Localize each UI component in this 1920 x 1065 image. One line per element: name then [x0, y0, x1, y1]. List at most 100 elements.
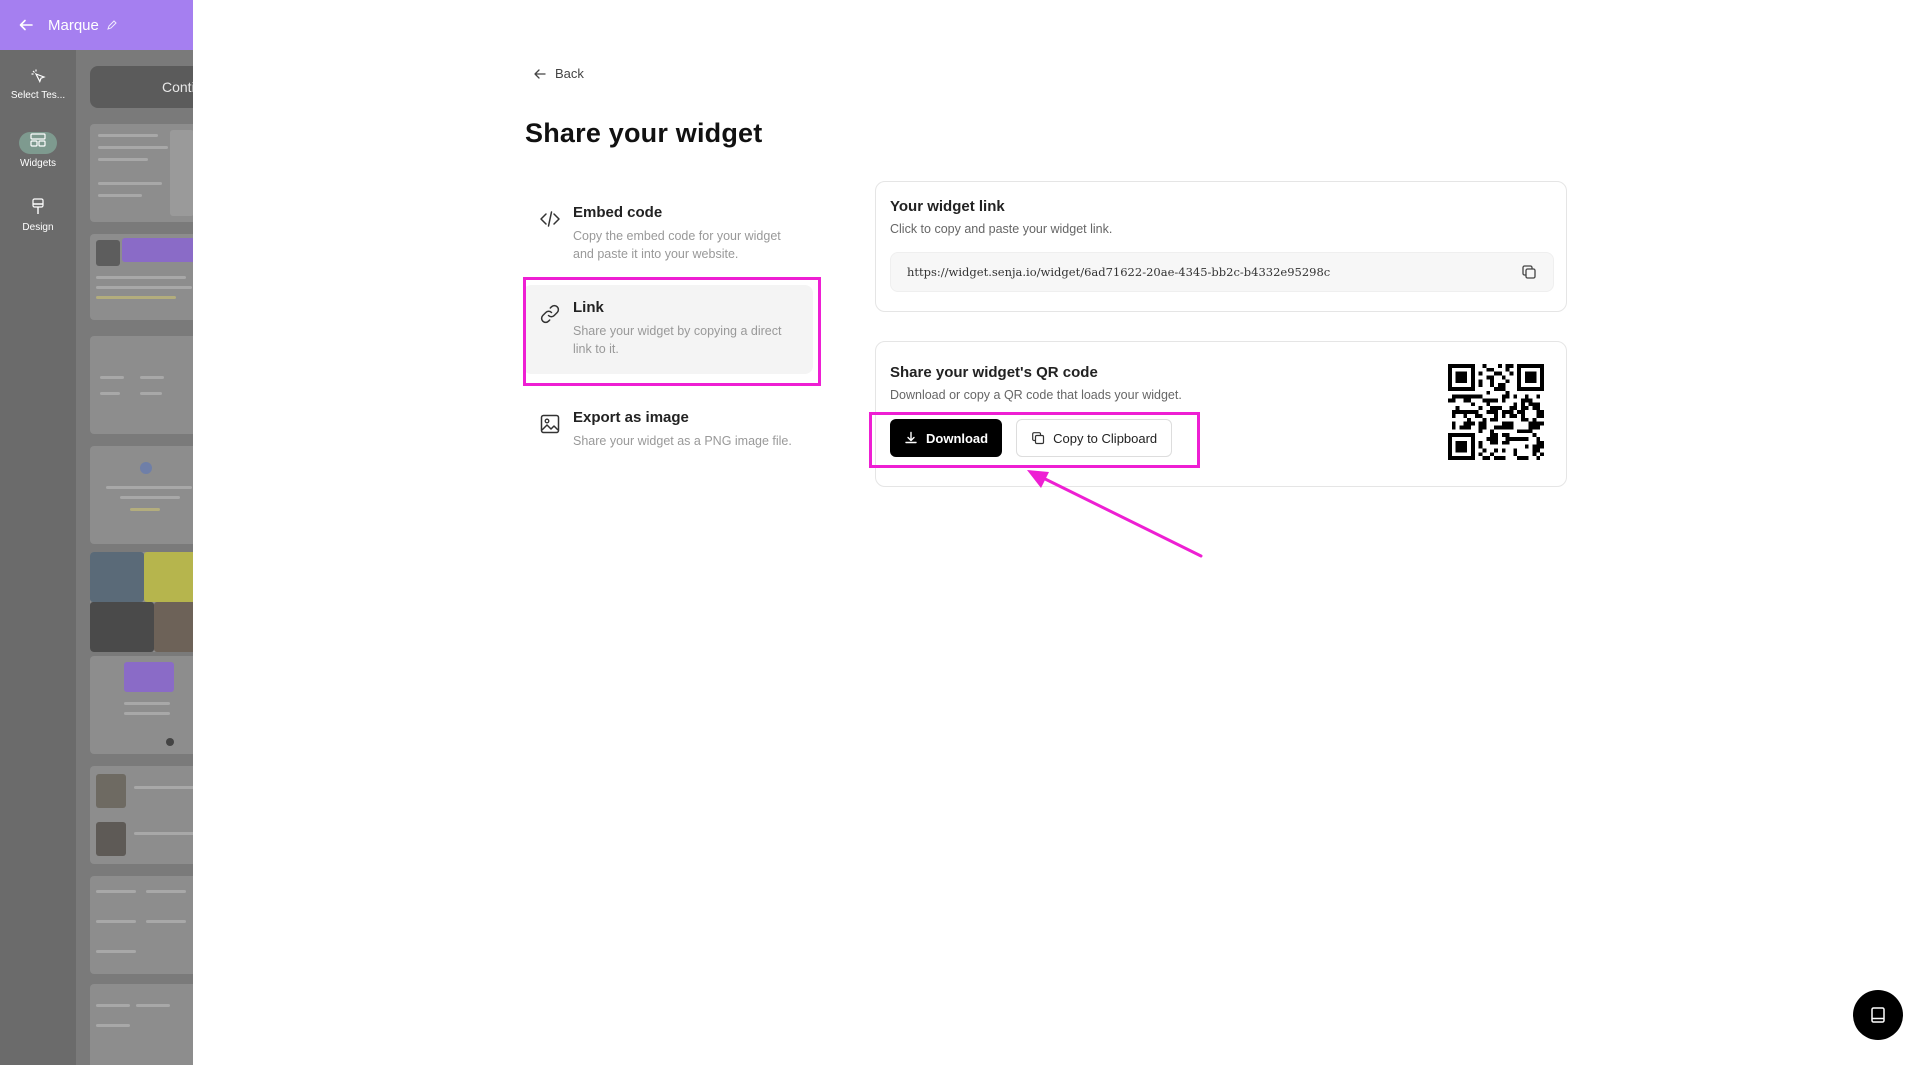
- qr-module: [1520, 364, 1525, 368]
- qr-module: [1540, 421, 1544, 426]
- qr-module: [1520, 402, 1525, 407]
- qr-module: [1467, 421, 1472, 426]
- qr-module: [1482, 417, 1487, 422]
- qr-module: [1463, 425, 1468, 430]
- widget-template-thumbnail[interactable]: [90, 234, 193, 320]
- qr-module: [1448, 440, 1452, 445]
- qr-module: [1513, 436, 1518, 441]
- qr-module: [1490, 417, 1495, 422]
- qr-module: [1540, 383, 1544, 388]
- qr-module: [1540, 452, 1544, 457]
- qr-module: [1540, 371, 1544, 376]
- qr-module: [1482, 425, 1487, 430]
- qr-module: [1463, 375, 1468, 380]
- qr-module: [1482, 421, 1487, 426]
- project-name[interactable]: Marque: [48, 17, 99, 34]
- qr-module: [1501, 375, 1506, 380]
- qr-module: [1459, 456, 1464, 460]
- qr-module: [1463, 413, 1468, 418]
- qr-module: [1478, 371, 1483, 376]
- qr-module: [1513, 448, 1518, 453]
- qr-module: [1509, 406, 1514, 411]
- qr-module: [1536, 406, 1541, 411]
- widget-template-thumbnail[interactable]: [90, 446, 193, 544]
- qr-module: [1517, 429, 1521, 434]
- qr-module: [1463, 410, 1468, 414]
- rail-label: Widgets: [19, 158, 57, 169]
- qr-module: [1520, 429, 1525, 434]
- qr-module: [1528, 371, 1533, 376]
- qr-module: [1486, 436, 1491, 441]
- rail-item-widgets[interactable]: Widgets: [0, 132, 76, 169]
- widget-link-field[interactable]: https://widget.senja.io/widget/6ad71622-…: [890, 252, 1554, 292]
- qr-module: [1520, 456, 1525, 460]
- qr-module: [1482, 398, 1487, 403]
- qr-module: [1524, 364, 1529, 368]
- qr-module: [1540, 387, 1544, 391]
- qr-module: [1463, 456, 1468, 460]
- qr-module: [1517, 375, 1521, 380]
- qr-module: [1463, 364, 1468, 368]
- qr-module: [1494, 456, 1498, 460]
- qr-module: [1451, 387, 1456, 391]
- option-export-image[interactable]: Export as image Share your widget as a P…: [523, 395, 813, 464]
- qr-module: [1467, 387, 1472, 391]
- qr-module: [1517, 387, 1521, 391]
- qr-module: [1478, 452, 1483, 457]
- qr-module: [1536, 440, 1541, 445]
- qr-module: [1448, 452, 1452, 457]
- qr-module: [1497, 456, 1502, 460]
- widget-link-url: https://widget.senja.io/widget/6ad71622-…: [907, 265, 1331, 279]
- help-chat-button[interactable]: [1853, 990, 1903, 1040]
- qr-module: [1459, 448, 1464, 453]
- qr-module: [1486, 390, 1491, 395]
- widget-template-thumbnail[interactable]: [90, 124, 193, 222]
- qr-module: [1532, 417, 1537, 422]
- widget-template-thumbnail[interactable]: [90, 552, 193, 652]
- back-arrow-icon[interactable]: [18, 17, 34, 33]
- rail-item-design[interactable]: Design: [0, 198, 76, 233]
- qr-module: [1513, 402, 1518, 407]
- qr-module: [1471, 433, 1475, 437]
- qr-module: [1501, 456, 1506, 460]
- qr-module: [1540, 375, 1544, 380]
- qr-module: [1536, 425, 1541, 430]
- qr-module: [1540, 367, 1544, 372]
- widget-template-thumbnail[interactable]: [90, 336, 193, 434]
- cursor-click-icon: [31, 69, 46, 84]
- qr-module: [1501, 421, 1506, 426]
- qr-module: [1463, 444, 1468, 449]
- widget-template-thumbnail[interactable]: [90, 984, 193, 1065]
- qr-module: [1536, 413, 1541, 418]
- widget-template-thumbnail[interactable]: [90, 766, 193, 864]
- qr-module: [1494, 433, 1498, 437]
- qr-module: [1528, 425, 1533, 430]
- widget-template-thumbnail[interactable]: [90, 876, 193, 974]
- qr-module: [1494, 440, 1498, 445]
- qr-module: [1451, 410, 1456, 414]
- qr-module: [1524, 398, 1529, 403]
- qr-module: [1463, 371, 1468, 376]
- qr-module: [1471, 364, 1475, 368]
- widget-link-card: Your widget link Click to copy and paste…: [875, 181, 1567, 312]
- qr-module: [1532, 402, 1537, 407]
- continue-button[interactable]: Conti: [90, 66, 193, 108]
- widget-template-thumbnail[interactable]: [90, 656, 193, 754]
- qr-module: [1471, 394, 1475, 399]
- qr-module: [1501, 413, 1506, 418]
- back-link[interactable]: Back: [533, 66, 584, 81]
- rail-item-select-testimonials[interactable]: Select Tes...: [0, 68, 76, 101]
- qr-module: [1532, 444, 1537, 449]
- qr-module: [1459, 410, 1464, 414]
- option-embed-code[interactable]: Embed code Copy the embed code for your …: [523, 190, 813, 277]
- qr-module: [1467, 394, 1472, 399]
- qr-module: [1455, 406, 1460, 411]
- qr-module: [1532, 371, 1537, 376]
- qr-module: [1478, 440, 1483, 445]
- option-description: Share your widget as a PNG image file.: [573, 434, 792, 448]
- copy-icon[interactable]: [1521, 264, 1537, 280]
- qr-module: [1448, 387, 1452, 391]
- qr-module: [1448, 364, 1452, 368]
- edit-pencil-icon[interactable]: [106, 19, 118, 31]
- back-label: Back: [555, 66, 584, 81]
